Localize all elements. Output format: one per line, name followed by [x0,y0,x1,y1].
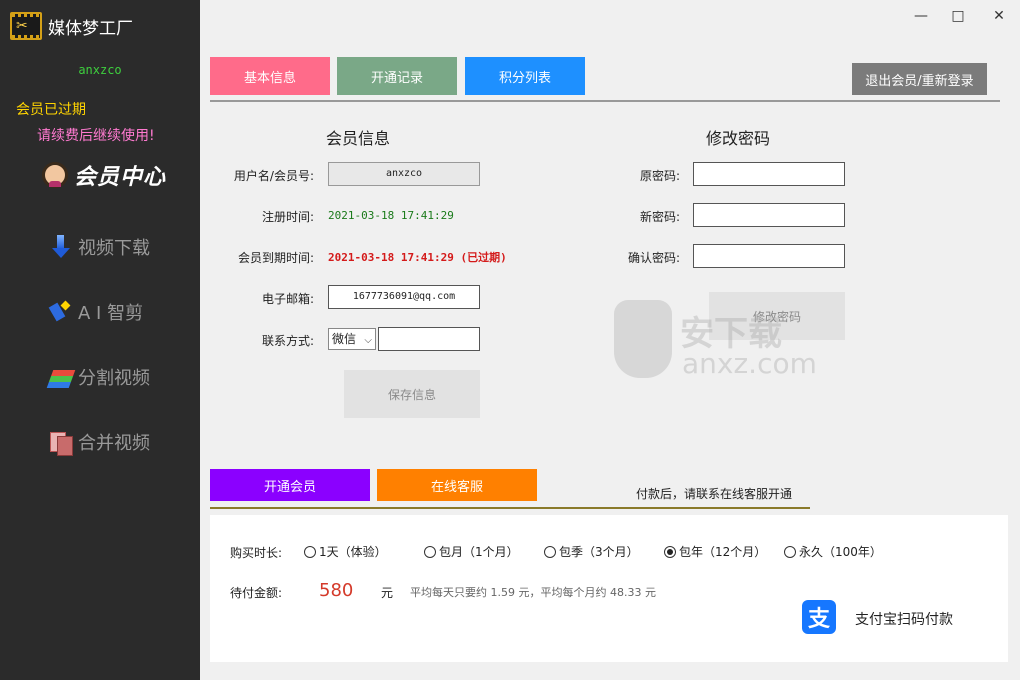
duration-option-label: 包季（3个月） [559,545,639,559]
contact-type-value: 微信 [332,332,357,346]
film-scissors-icon: ✂ [10,12,42,40]
contact-label: 联系方式: [261,334,314,348]
duration-label: 购买时长: [230,546,283,560]
register-time-value: 2021-03-18 17:41:29 [328,209,454,222]
duration-option-label: 永久（100年） [799,545,882,559]
split-video-icon [46,369,76,388]
duration-option-permanent[interactable]: 永久（100年） [784,543,882,560]
member-center-label: 会员中心 [74,164,167,190]
divider [210,100,1000,102]
confirm-password-label: 确认密码: [627,251,680,265]
open-membership-button[interactable]: 开通会员 [210,469,370,501]
radio-dot [784,545,796,558]
amount-unit: 元 [381,586,394,600]
duration-option-monthly[interactable]: 包月（1个月） [424,543,519,560]
online-service-button[interactable]: 在线客服 [377,469,537,501]
email-field[interactable]: 1677736091@qq.com [328,285,480,309]
merge-video-icon [50,430,73,456]
radio-dot [544,545,556,558]
old-password-label: 原密码: [639,169,680,183]
ai-cut-icon [50,300,72,324]
radio-dot [304,545,316,558]
new-password-label: 新密码: [639,210,680,224]
member-avatar-icon [42,162,68,188]
duration-option-label: 包月（1个月） [439,545,519,559]
register-time-label: 注册时间: [261,210,314,224]
payment-panel: 购买时长: 1天（体验） 包月（1个月） 包季（3个月） 包年（12个月） 永久… [210,515,1008,662]
duration-option-yearly[interactable]: 包年（12个月） [664,543,766,560]
radio-dot [424,545,436,558]
username-label: 用户名/会员号: [233,169,314,183]
app-title: 媒体梦工厂 [48,19,133,39]
expire-time-value: 2021-03-18 17:41:29 (已过期) [328,251,507,264]
amount-label: 待付金额: [230,586,283,600]
sidebar-item-merge-video[interactable]: 合并视频 [50,427,150,457]
sidebar-item-video-download[interactable]: 视频下载 [50,232,150,262]
confirm-password-field[interactable] [693,244,845,268]
old-password-field[interactable] [693,162,845,186]
sidebar-item-label: 合并视频 [78,433,150,454]
average-price-text: 平均每天只要约 1.59 元，平均每个月约 48.33 元 [410,586,656,599]
tab-basic-info[interactable]: 基本信息 [210,57,330,95]
close-button[interactable]: ✕ [988,6,1010,26]
sidebar: ✂ 媒体梦工厂 anxzco 会员已过期 请续费后继续使用! 会员中心 视频下载… [0,0,200,680]
duration-option-quarterly[interactable]: 包季（3个月） [544,543,639,560]
tab-open-records[interactable]: 开通记录 [337,57,457,95]
download-arrow-icon [50,235,72,259]
member-info-title: 会员信息 [326,129,391,148]
main-panel: — □ ✕ 基本信息 开通记录 积分列表 退出会员/重新登录 会员信息 用户名/… [200,0,1020,680]
tab-points-list[interactable]: 积分列表 [465,57,585,95]
chevron-down-icon: ⌵ [364,335,372,346]
alipay-icon[interactable]: 支 [802,600,836,634]
minimize-button[interactable]: — [910,6,932,26]
payment-note: 付款后，请联系在线客服开通 [636,487,793,501]
save-info-button[interactable]: 保存信息 [344,370,480,418]
duration-option-label: 1天（体验） [319,545,387,559]
change-password-title: 修改密码 [706,129,771,148]
expire-time-label: 会员到期时间: [237,251,314,265]
username-field: anxzco [328,162,480,186]
divider [210,507,810,509]
alipay-label[interactable]: 支付宝扫码付款 [855,609,953,629]
amount-value: 580 [319,580,354,601]
sidebar-item-split-video[interactable]: 分割视频 [46,362,150,392]
renew-hint: 请续费后继续使用! [37,128,155,144]
email-label: 电子邮箱: [261,292,314,306]
sidebar-item-label: 视频下载 [78,238,150,259]
contact-input[interactable] [378,327,480,351]
radio-dot-selected [664,545,676,558]
sidebar-username: anxzco [78,63,122,77]
sidebar-item-label: 分割视频 [78,368,150,389]
duration-option-label: 包年（12个月） [679,545,767,559]
watermark-url: anxz.com [682,347,817,380]
contact-type-select[interactable]: 微信 ⌵ [328,328,376,350]
duration-option-1day[interactable]: 1天（体验） [304,543,387,560]
sidebar-item-ai-cut[interactable]: A I 智剪 [50,297,143,327]
sidebar-item-label: A I 智剪 [78,303,144,324]
logout-button[interactable]: 退出会员/重新登录 [852,63,987,95]
member-status: 会员已过期 [16,102,86,118]
member-center-button[interactable]: 会员中心 [42,158,166,192]
maximize-button[interactable]: □ [947,6,969,26]
watermark-shield-icon [614,300,672,378]
new-password-field[interactable] [693,203,845,227]
